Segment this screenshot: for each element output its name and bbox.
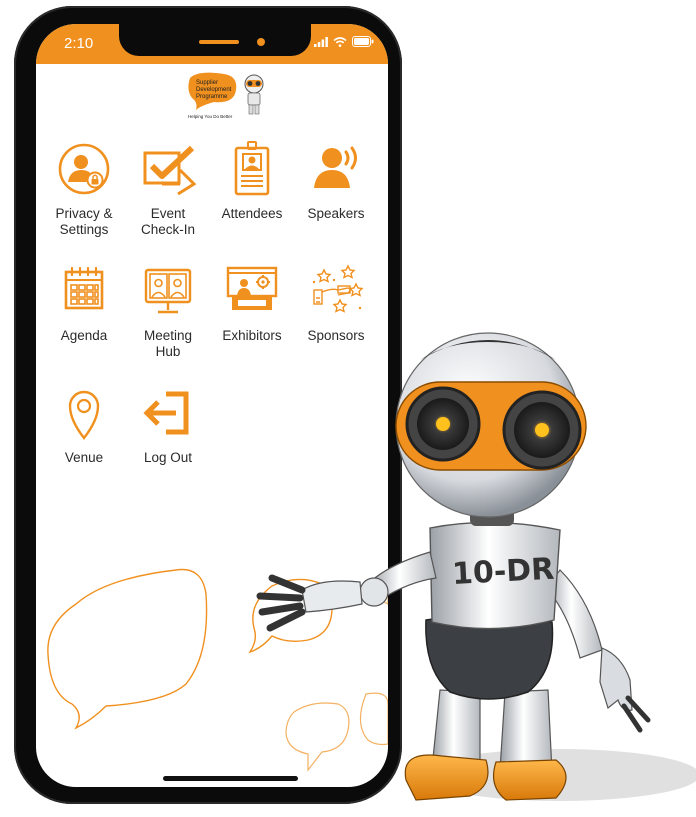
battery-icon [352,36,374,47]
menu-item-label: Privacy & Settings [55,206,113,237]
status-bar: 2:10 [36,24,388,64]
robot-mascot: 10-DR [256,332,696,801]
menu-item-privacy-settings[interactable]: Privacy & Settings [40,140,128,238]
meeting-hub-icon [144,268,192,314]
exhibitors-icon [226,266,278,310]
logo-line-1: Supplier [196,80,218,86]
speaker-slot [199,40,239,44]
logo-tagline: Helping You Do Better [188,114,233,119]
calendar-icon [64,266,104,310]
status-icons [314,36,374,47]
menu-item-meeting-hub[interactable]: Meeting Hub [124,262,212,360]
logo-line-3: Programme [196,94,228,100]
app-logo: Supplier Development Programme Helping Y… [188,72,272,122]
camera-dot [257,38,265,46]
menu-item-log-out[interactable]: Log Out [124,384,212,466]
sponsors-icon [312,264,364,313]
attendees-icon [234,141,270,196]
menu-item-label: Meeting Hub [143,328,193,359]
logout-icon [143,391,189,435]
status-time: 2:10 [64,35,94,52]
privacy-settings-icon [58,143,110,195]
menu-item-label: Log Out [143,450,193,465]
menu-item-label: Event Check-In [140,206,196,237]
menu-item-attendees[interactable]: Attendees [208,140,296,222]
menu-item-speakers[interactable]: Speakers [292,140,380,222]
robot-chest-text: 10-DR [451,552,555,592]
wifi-icon [333,36,347,47]
speakers-icon [314,146,357,188]
check-in-icon [143,145,197,196]
menu-item-agenda[interactable]: Agenda [40,262,128,344]
menu-item-label: Attendees [221,206,283,221]
location-pin-icon [68,390,100,440]
signal-icon [314,36,328,47]
menu-item-venue[interactable]: Venue [40,384,128,466]
logo-line-2: Development [196,87,232,93]
menu-item-label: Speakers [307,206,365,221]
logo-robot-icon [244,74,264,115]
menu-item-event-check-in[interactable]: Event Check-In [124,140,212,238]
menu-item-label: Agenda [60,328,108,343]
menu-item-label: Venue [64,450,104,465]
phone-notch [119,24,311,56]
